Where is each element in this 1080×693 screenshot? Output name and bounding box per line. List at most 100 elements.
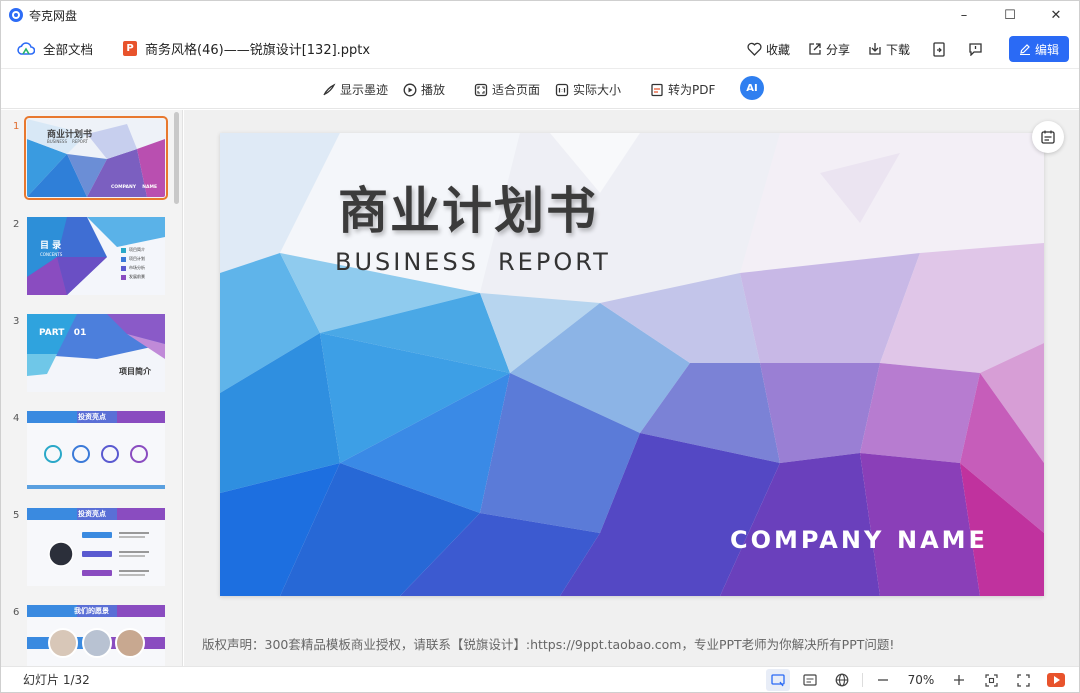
slideshow-play-icon[interactable] bbox=[1047, 673, 1065, 687]
actual-size-icon bbox=[555, 83, 569, 96]
convert-pdf-button[interactable]: 转为PDF bbox=[650, 81, 715, 98]
status-bar: 幻灯片 1/32 70% bbox=[1, 666, 1079, 692]
quark-logo-icon bbox=[9, 8, 23, 22]
slide-thumbnail[interactable]: 投资亮点 bbox=[27, 508, 165, 586]
slide-thumbnail[interactable]: 我们的愿景 bbox=[27, 605, 165, 666]
annotation-float-button[interactable] bbox=[1032, 121, 1064, 153]
notes-view-button[interactable] bbox=[794, 667, 826, 692]
play-button[interactable]: 播放 bbox=[403, 81, 445, 98]
thumbnail-number: 5 bbox=[13, 510, 20, 521]
toc-item: 市场分析 bbox=[121, 265, 161, 271]
zoom-out-button[interactable] bbox=[867, 667, 899, 692]
actual-size-button[interactable]: 实际大小 bbox=[555, 81, 621, 98]
thumbnail-title: 投资亮点 bbox=[78, 510, 106, 518]
slide-subtitle-report: REPORT bbox=[498, 248, 611, 276]
slide-thumbnail[interactable]: 商业计划书 BUSINESS REPORT COMPANY NAME bbox=[24, 116, 168, 200]
toc-item: 发展前景 bbox=[121, 274, 161, 280]
slide-company: COMPANY bbox=[730, 526, 885, 554]
maximize-button[interactable]: ☐ bbox=[987, 1, 1033, 29]
toc-item-label: 项目计划 bbox=[129, 256, 145, 261]
fit-page-button[interactable]: 适合页面 bbox=[474, 81, 540, 98]
feedback-icon bbox=[969, 43, 982, 56]
thumbnail-title: 投资亮点 bbox=[78, 413, 106, 421]
globe-icon bbox=[835, 673, 849, 687]
thumbnail-item[interactable]: 5 投资亮点 bbox=[1, 508, 171, 588]
show-ink-button[interactable]: 显示墨迹 bbox=[322, 81, 388, 98]
thumbnail-subtitle: CONCENTS bbox=[40, 252, 63, 257]
normal-view-button[interactable] bbox=[766, 669, 790, 691]
ai-assistant-button[interactable]: AI bbox=[740, 76, 764, 100]
plus-icon bbox=[954, 675, 964, 685]
share-label: 分享 bbox=[825, 42, 850, 57]
fit-page-label: 适合页面 bbox=[492, 83, 541, 97]
download-button[interactable]: 下载 bbox=[868, 41, 910, 58]
fit-window-button[interactable] bbox=[975, 667, 1007, 692]
share-icon bbox=[809, 43, 821, 55]
ink-pen-icon bbox=[323, 83, 336, 95]
thumbnail-title: 我们的愿景 bbox=[74, 607, 109, 615]
slide-thumbnail[interactable]: 目 录 CONCENTS 项目简介 项目计划 市场分析 发展前景 bbox=[27, 217, 165, 295]
status-controls: 70% bbox=[762, 667, 1079, 692]
minus-icon bbox=[878, 679, 888, 681]
download-label: 下载 bbox=[885, 42, 910, 57]
thumbnail-item[interactable]: 3 PART 01 项目简介 bbox=[1, 314, 171, 394]
actual-size-label: 实际大小 bbox=[573, 83, 622, 97]
copyright-notice: 版权声明：300套精品模板商业授权，请联系【锐旗设计】:https://9ppt… bbox=[202, 637, 895, 652]
thumbnail-subtitle: BUSINESS REPORT bbox=[47, 139, 88, 144]
feedback-button[interactable] bbox=[968, 42, 983, 56]
edit-button[interactable]: 编辑 bbox=[1009, 36, 1069, 62]
pencil-icon bbox=[1019, 44, 1030, 55]
normal-view-icon bbox=[771, 673, 785, 686]
play-label: 播放 bbox=[421, 83, 446, 97]
toc-item: 项目简介 bbox=[121, 247, 161, 253]
favorite-button[interactable]: 收藏 bbox=[747, 41, 790, 58]
header-actions: 收藏 分享 下载 编辑 bbox=[729, 29, 1069, 69]
fit-window-icon bbox=[984, 673, 998, 687]
slide-thumbnail[interactable]: 投资亮点 bbox=[27, 411, 165, 489]
close-button[interactable]: ✕ bbox=[1033, 1, 1079, 29]
slide-title: 商业计划书 bbox=[338, 182, 598, 240]
thumbnail-number: 6 bbox=[13, 607, 20, 618]
toc-item-label: 项目简介 bbox=[129, 247, 145, 252]
thumbnail-scrollbar[interactable] bbox=[174, 112, 179, 204]
toc-list: 项目简介 项目计划 市场分析 发展前景 bbox=[121, 247, 161, 280]
slide-thumbnail[interactable]: PART 01 项目简介 bbox=[27, 314, 165, 392]
share-button[interactable]: 分享 bbox=[808, 41, 850, 58]
web-view-button[interactable] bbox=[826, 667, 858, 692]
download-icon bbox=[869, 43, 881, 55]
toc-item-label: 发展前景 bbox=[129, 274, 145, 279]
minimize-button[interactable]: – bbox=[941, 1, 987, 29]
thumbnail-item[interactable]: 4 投资亮点 bbox=[1, 411, 171, 491]
zoom-in-button[interactable] bbox=[943, 667, 975, 692]
cloud-icon[interactable] bbox=[17, 41, 35, 56]
zoom-level[interactable]: 70% bbox=[899, 673, 943, 687]
slide-counter: 幻灯片 1/32 bbox=[23, 673, 90, 687]
export-button[interactable] bbox=[932, 41, 946, 57]
current-slide[interactable]: 商业计划书 BUSINESS REPORT COMPANY NAME bbox=[220, 133, 1044, 596]
convert-pdf-label: 转为PDF bbox=[668, 83, 716, 97]
edit-label: 编辑 bbox=[1034, 42, 1059, 57]
title-bar: 夸克网盘 – ☐ ✕ bbox=[1, 1, 1079, 29]
thumbnail-number: 3 bbox=[13, 316, 20, 327]
toc-item: 项目计划 bbox=[121, 256, 161, 262]
play-circle-icon bbox=[403, 83, 417, 96]
thumbnail-item[interactable]: 6 我们的愿景 bbox=[1, 605, 171, 666]
status-separator bbox=[862, 673, 863, 687]
show-ink-label: 显示墨迹 bbox=[340, 83, 389, 97]
thumbnail-subtitle: 项目简介 bbox=[119, 367, 151, 376]
favorite-label: 收藏 bbox=[765, 42, 790, 57]
thumbnail-item[interactable]: 2 目 录 CONCENTS 项目简介 项目计划 市场分析 发展前景 bbox=[1, 217, 171, 297]
slide-thumbnail-panel[interactable]: 1 商业计划书 BUSINESS REPORT COMPANY NAME 2 目… bbox=[1, 110, 183, 666]
notes-view-icon bbox=[803, 674, 817, 686]
thumbnail-item[interactable]: 1 商业计划书 BUSINESS REPORT COMPANY NAME bbox=[1, 116, 171, 200]
annotation-icon bbox=[1041, 130, 1055, 144]
file-header: 全部文档 P 商务风格(46)——锐旗设计[132].pptx 收藏 分享 下载 bbox=[1, 29, 1079, 69]
all-documents-link[interactable]: 全部文档 bbox=[43, 39, 93, 58]
slide-subtitle-business: BUSINESS bbox=[335, 248, 479, 276]
ai-label: AI bbox=[746, 82, 758, 94]
thumbnail-title: PART 01 bbox=[39, 328, 87, 338]
thumbnail-title: 目 录 bbox=[40, 241, 62, 251]
fullscreen-button[interactable] bbox=[1007, 667, 1039, 692]
thumbnail-number: 1 bbox=[13, 121, 20, 132]
window-controls: – ☐ ✕ bbox=[941, 1, 1079, 29]
